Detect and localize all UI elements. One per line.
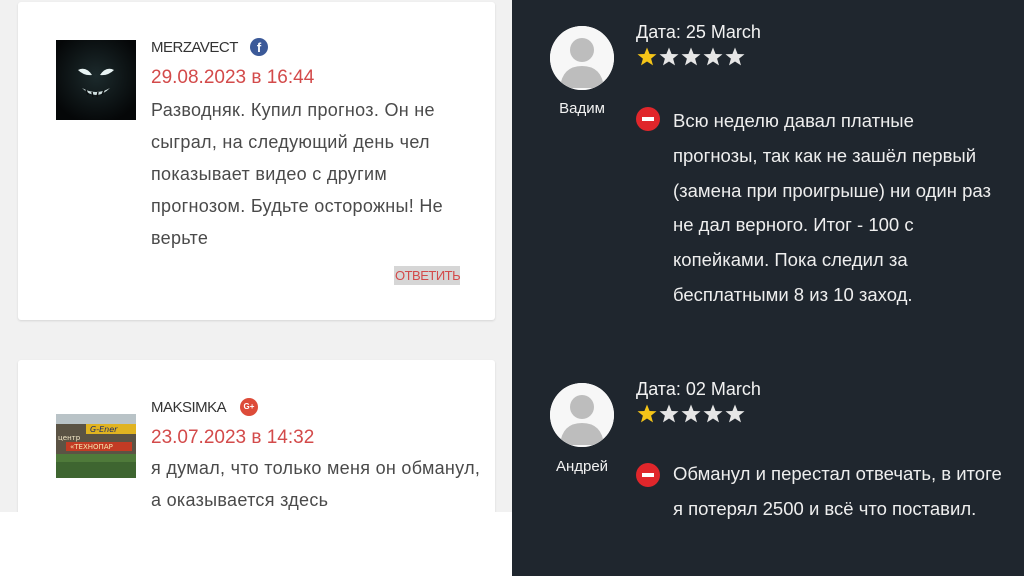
review-text: Обманул и перестал отвечать, в итоге я п… [673, 463, 1002, 519]
review-date: Дата: 25 March [636, 22, 761, 42]
comment-date: 23.07.2023 в 14:32 [151, 427, 315, 448]
star-empty-icon [703, 47, 723, 66]
svg-text:центр: центр [58, 434, 81, 442]
comments-panel: MERZAVECT f 29.08.2023 в 16:44 Разводняк… [0, 0, 512, 512]
star-rating [636, 403, 746, 427]
minus-icon [636, 107, 660, 131]
star-rating [636, 46, 746, 70]
star-filled-icon [637, 404, 657, 423]
reply-button[interactable]: ОТВЕТИТЬ [394, 266, 461, 285]
comment-author[interactable]: MAKSIMKA [151, 399, 227, 416]
comment-author[interactable]: MERZAVECT [151, 39, 238, 56]
svg-text:«ТЕХНОПАР: «ТЕХНОПАР [70, 443, 113, 451]
user-avatar-icon [550, 26, 614, 90]
comment-date: 29.08.2023 в 16:44 [151, 67, 315, 88]
svg-text:G-Ener: G-Ener [90, 425, 118, 434]
star-empty-icon [703, 404, 723, 423]
star-empty-icon [725, 47, 745, 66]
review-text: Всю неделю давал платные прогнозы, так к… [673, 110, 991, 305]
reviewer-name: Андрей [555, 458, 609, 475]
star-filled-icon [637, 47, 657, 66]
star-empty-icon [681, 404, 701, 423]
star-empty-icon [725, 404, 745, 423]
comment-card: G-Ener центр «ТЕХНОПАР MAKSIMKA G+ 23.07… [18, 360, 495, 512]
reviewer-name: Вадим [559, 100, 605, 117]
review-date: Дата: 02 March [636, 379, 761, 399]
star-empty-icon [681, 47, 701, 66]
facebook-icon: f [250, 38, 268, 56]
google-plus-icon: G+ [240, 398, 258, 416]
reviews-panel: Вадим Дата: 25 March Всю неделю давал пл… [512, 0, 1024, 576]
star-empty-icon [659, 47, 679, 66]
avatar: G-Ener центр «ТЕХНОПАР [56, 414, 136, 478]
minus-icon [636, 463, 660, 487]
comment-text: я думал, что только меня он обманул, а о… [151, 458, 481, 510]
comment-card: MERZAVECT f 29.08.2023 в 16:44 Разводняк… [18, 2, 495, 320]
avatar [56, 40, 136, 120]
blank-area [0, 512, 512, 576]
comment-text: Разводняк. Купил прогноз. Он не сыграл, … [151, 100, 443, 248]
star-empty-icon [659, 404, 679, 423]
user-avatar-icon [550, 383, 614, 447]
